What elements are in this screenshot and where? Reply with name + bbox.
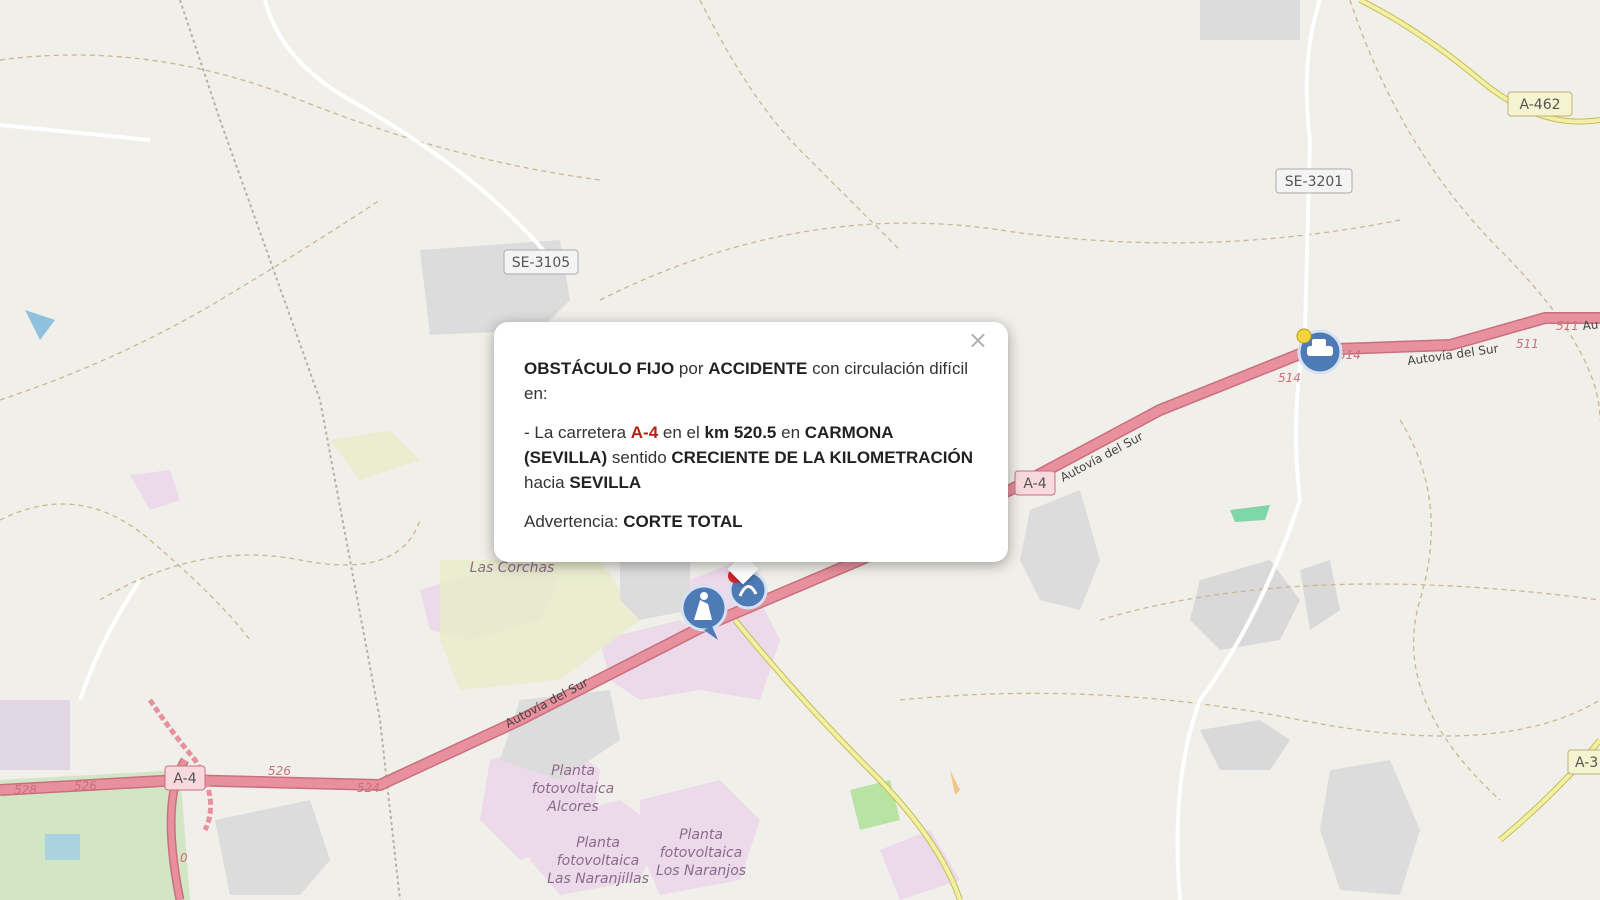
close-button[interactable]: × <box>968 328 988 353</box>
road-shield-se3201: SE-3201 <box>1275 168 1353 194</box>
road-shield-se3105: SE-3105 <box>503 249 579 275</box>
incident-summary: OBSTÁCULO FIJO por ACCIDENTE con circula… <box>524 359 969 403</box>
road-shield-a4-east: A-4 <box>1014 470 1056 496</box>
svg-text:fotovoltaica: fotovoltaica <box>660 845 743 861</box>
km-marker: 528 <box>14 783 37 797</box>
km-marker: 511 <box>1516 337 1539 351</box>
road-shield-a462: A-462 <box>1507 91 1573 117</box>
road-shield-a3: A-3 <box>1567 749 1600 775</box>
place-las-corchas: Las Corchas <box>470 560 555 576</box>
km-marker: 0 <box>180 851 188 865</box>
km-marker: 511 <box>1556 319 1579 333</box>
svg-text:A-4: A-4 <box>173 771 196 787</box>
incident-location: - La carretera A-4 en el km 520.5 en CAR… <box>524 423 973 492</box>
km-marker: 524 <box>357 781 380 795</box>
road-shield-a4-west: A-4 <box>164 765 206 791</box>
km-marker: 514 <box>1278 371 1301 385</box>
km-marker: 526 <box>268 764 291 778</box>
svg-text:Planta: Planta <box>576 835 620 851</box>
svg-text:Planta: Planta <box>551 763 595 779</box>
svg-text:SE-3201: SE-3201 <box>1285 174 1343 190</box>
svg-text:fotovoltaica: fotovoltaica <box>557 853 640 869</box>
svg-text:Planta: Planta <box>679 827 723 843</box>
svg-text:Alcores: Alcores <box>546 799 598 815</box>
road-name: Au <box>1582 317 1599 333</box>
km-marker: 526 <box>74 779 97 793</box>
svg-text:fotovoltaica: fotovoltaica <box>532 781 615 797</box>
incident-popup: × OBSTÁCULO FIJO por ACCIDENTE con circu… <box>494 322 1008 562</box>
svg-text:Las Naranjillas: Las Naranjillas <box>547 871 649 887</box>
svg-text:SE-3105: SE-3105 <box>512 255 570 271</box>
svg-text:A-4: A-4 <box>1023 476 1046 492</box>
svg-text:A-462: A-462 <box>1519 97 1560 113</box>
svg-text:A-3: A-3 <box>1575 755 1598 771</box>
warning-dot-icon[interactable] <box>1296 328 1312 344</box>
incident-warning: Advertencia: CORTE TOTAL <box>524 512 743 531</box>
svg-text:Los Naranjos: Los Naranjos <box>656 863 746 879</box>
